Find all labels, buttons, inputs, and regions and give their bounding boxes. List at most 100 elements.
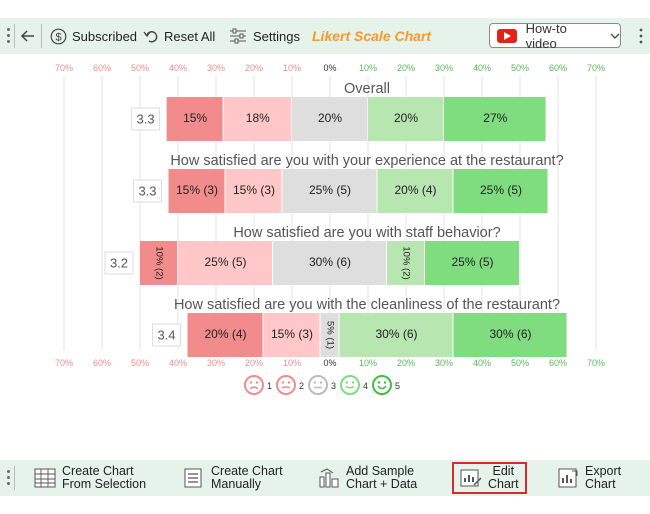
mean-value: 3.3 — [138, 183, 156, 198]
question-row: How satisfied are you with staff behavio… — [104, 225, 519, 285]
x-tick-label: 0% — [323, 358, 336, 368]
settings-button[interactable]: Settings — [229, 18, 300, 54]
face-eye — [255, 381, 259, 384]
x-tick-label: 40% — [473, 358, 491, 368]
x-tick-label: 70% — [55, 358, 73, 368]
mean-value: 3.3 — [137, 111, 155, 126]
likert-chart: 70% 60% 50% 40% 30% 20% 10% 0% 10% 20% 30% 40% 50% 60… — [55, 63, 605, 395]
mean-value: 3.4 — [157, 327, 175, 342]
face-eye — [313, 381, 317, 384]
segment-label: 25% (5) — [204, 255, 246, 269]
toolbar-divider — [14, 466, 15, 490]
create-manually-line2: Manually — [211, 477, 262, 491]
export-chart-button[interactable]: Export Chart — [557, 460, 621, 496]
x-tick-label: 40% — [169, 358, 187, 368]
segment-label: 20% (4) — [394, 183, 436, 197]
edit-chart-icon — [460, 469, 482, 487]
grip-dot — [7, 482, 10, 485]
toolbar-divider — [14, 24, 15, 48]
segment-label: 10% (2) — [400, 246, 411, 279]
legend-item: 5 — [372, 375, 400, 395]
segment-label: 25% (5) — [480, 183, 522, 197]
segment-label: 20% — [318, 111, 342, 125]
grip-dot — [7, 40, 10, 43]
face-eye — [249, 381, 253, 384]
x-tick-label: 30% — [207, 358, 225, 368]
toolbar-divider — [41, 24, 42, 48]
x-tick-label: 10% — [359, 358, 377, 368]
x-tick-label: 20% — [245, 358, 263, 368]
face-eye — [383, 381, 387, 384]
more-options-button[interactable] — [636, 18, 646, 54]
segment-label: 15% (3) — [233, 183, 275, 197]
face-eye — [281, 381, 285, 384]
sample-data-icon — [319, 468, 339, 488]
grip-dot — [7, 28, 10, 31]
legend-item: 4 — [340, 375, 368, 395]
chart-legend: 1 2 3 4 5 — [244, 375, 400, 395]
legend-label: 2 — [299, 381, 304, 391]
top-toolbar: $ Subscribed Reset All Settings Likert S… — [0, 18, 650, 54]
x-tick-label: 60% — [549, 63, 567, 73]
x-tick-label: 20% — [245, 63, 263, 73]
segment-label: 27% — [483, 111, 507, 125]
face-eye — [319, 381, 323, 384]
question-row: Overall 15% 18% 20% 20% 27% 3.3 — [131, 81, 546, 141]
create-chart-manually-button[interactable]: Create Chart Manually — [183, 460, 283, 496]
x-tick-label: 20% — [397, 358, 415, 368]
segment-label: 5% (1) — [324, 321, 335, 349]
question-title: How satisfied are you with your experien… — [170, 153, 563, 169]
arrow-left-icon — [20, 30, 34, 42]
x-tick-label: 60% — [93, 358, 111, 368]
x-axis-top: 70% 60% 50% 40% 30% 20% 10% 0% 10% 20% 30% 40% 50% 60… — [55, 63, 605, 73]
question-title: How satisfied are you with staff behavio… — [233, 225, 500, 241]
legend-item: 2 — [276, 375, 304, 395]
dollar-icon: $ — [50, 28, 67, 44]
segment-label: 15% — [183, 111, 207, 125]
add-sample-chart-button[interactable]: Add Sample Chart + Data — [318, 460, 417, 496]
x-tick-label: 60% — [549, 358, 567, 368]
add-sample-line2: Chart + Data — [346, 477, 418, 491]
x-tick-label: 10% — [359, 63, 377, 73]
segment-label: 25% (5) — [451, 255, 493, 269]
create-chart-from-selection-button[interactable]: Create Chart From Selection — [34, 460, 146, 496]
youtube-icon — [497, 28, 517, 43]
face-eye — [351, 381, 355, 384]
segment-label: 20% — [394, 111, 418, 125]
x-tick-label: 10% — [283, 63, 301, 73]
form-icon — [184, 468, 202, 488]
face-icon — [244, 375, 264, 395]
legend-label: 4 — [363, 381, 368, 391]
edit-chart-line2: Chart — [488, 477, 519, 491]
face-icon — [372, 375, 392, 395]
legend-label: 3 — [331, 381, 336, 391]
grip-dot — [7, 476, 10, 479]
segment-label: 30% (6) — [375, 327, 417, 341]
legend-item: 1 — [244, 375, 272, 395]
legend-item: 3 — [308, 375, 336, 395]
x-tick-label: 70% — [587, 358, 605, 368]
x-tick-label: 50% — [511, 358, 529, 368]
segment-label: 15% (3) — [176, 183, 218, 197]
x-tick-label: 30% — [207, 63, 225, 73]
face-eye — [287, 381, 291, 384]
export-icon — [558, 468, 578, 488]
howto-video-dropdown[interactable]: How-to video — [489, 21, 621, 51]
settings-label: Settings — [253, 28, 300, 44]
export-chart-line2: Chart — [585, 477, 616, 491]
x-tick-label: 50% — [511, 63, 529, 73]
grip-dot — [7, 470, 10, 473]
x-axis-bottom: 70% 60% 50% 40% 30% 20% 10% 0% 10% 20% 30% 40% 50% 60… — [55, 358, 605, 368]
segment-label: 15% (3) — [271, 327, 313, 341]
undo-icon — [143, 31, 158, 43]
segment-label: 10% (2) — [153, 246, 164, 279]
back-button[interactable] — [20, 18, 36, 54]
x-tick-label: 70% — [55, 63, 73, 73]
subscribed-label: Subscribed — [72, 28, 138, 44]
edit-chart-button[interactable]: Edit Chart — [452, 462, 527, 494]
subscribed-button[interactable]: $ Subscribed — [50, 18, 137, 54]
x-tick-label: 70% — [587, 63, 605, 73]
reset-all-button[interactable]: Reset All — [143, 18, 215, 54]
face-eye — [345, 381, 349, 384]
x-tick-label: 30% — [435, 358, 453, 368]
